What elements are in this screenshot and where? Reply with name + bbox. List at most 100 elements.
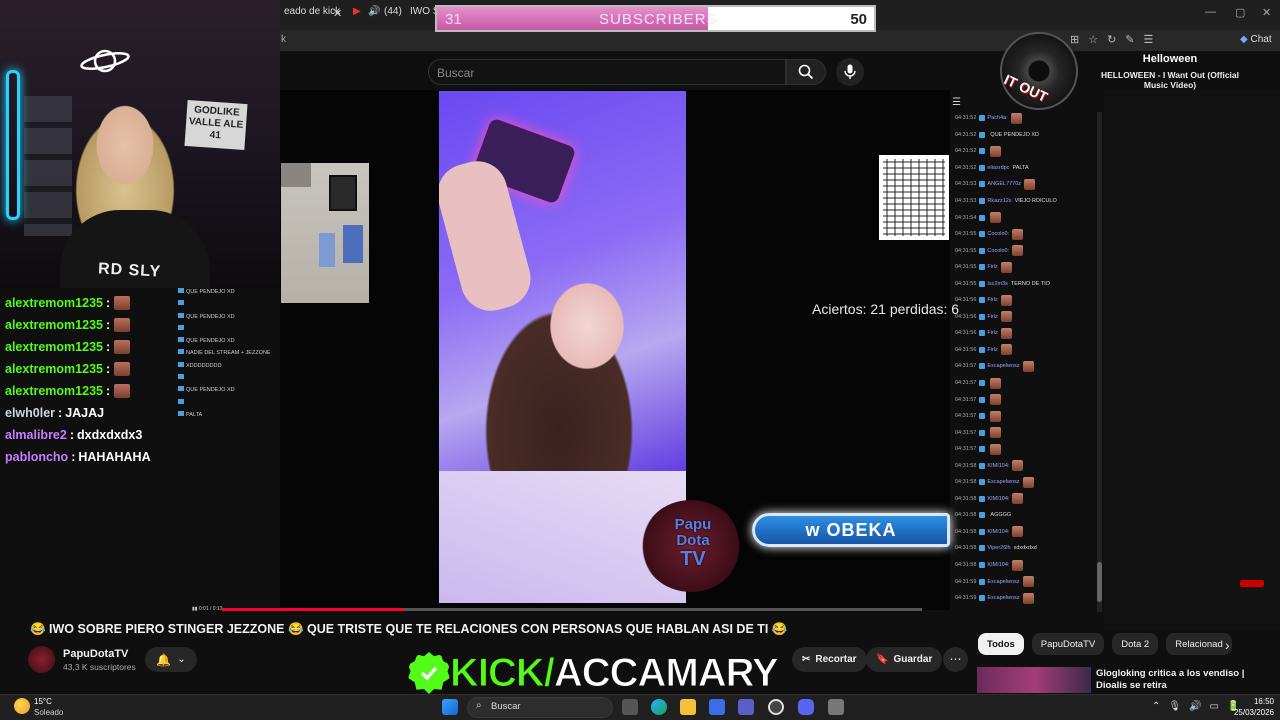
live-chat-time: 04:31:52: [955, 148, 977, 155]
settings-icon[interactable]: [828, 699, 844, 715]
live-chat-author[interactable]: KIMI104:: [987, 496, 1009, 502]
filter-chip[interactable]: Todos: [978, 633, 1024, 655]
live-chat-author[interactable]: Pach4a:: [987, 115, 1007, 121]
notifications-button[interactable]: 🔔 ⌄: [145, 647, 197, 672]
live-chat-author[interactable]: eliasrdpc: [987, 165, 1009, 171]
chat-button[interactable]: ◆ Chat: [1240, 34, 1272, 45]
verified-check-icon: [408, 652, 450, 694]
chat-message: alextremom1235 :: [5, 358, 151, 380]
live-chat-message: 04:31:55 Firlz: [955, 259, 1100, 276]
live-chat-message: 04:31:57: [955, 441, 1100, 458]
recommended-thumbnail[interactable]: [977, 667, 1091, 693]
maximize-icon[interactable]: ▢: [1235, 6, 1245, 19]
speaker-icon[interactable]: 🔊: [368, 6, 380, 17]
recommended-title[interactable]: Glogloking critica a los vendiso | Dioal…: [1096, 668, 1246, 692]
clip-button[interactable]: ✂ Recortar: [792, 647, 867, 672]
live-chat-text: xdxdxdxd: [1013, 545, 1037, 552]
live-chat-author[interactable]: Rkazz12s: [987, 198, 1011, 204]
live-chat-author[interactable]: Escapelwosz: [987, 595, 1019, 601]
minimize-icon[interactable]: —: [1205, 6, 1216, 18]
menu-icon[interactable]: ☰: [952, 97, 961, 108]
folder-icon[interactable]: [680, 699, 696, 715]
live-chat-emote: [1000, 311, 1012, 323]
live-chat-emote: [1012, 460, 1024, 472]
live-chat-message: 04:31:58 Viper26lh xdxdxdxd: [955, 540, 1100, 557]
weather-desc: Soleado: [34, 708, 64, 717]
live-chat-time: 04:31:57: [955, 363, 977, 370]
member-badge-icon: [979, 396, 986, 403]
live-chat-author[interactable]: Viper26lh: [987, 545, 1010, 551]
video-progress-fill: [222, 608, 404, 611]
live-chat-time: 04:31:55: [955, 280, 977, 287]
member-badge-icon: [979, 462, 986, 469]
taskbar-search[interactable]: [467, 697, 613, 718]
member-badge-icon: [979, 330, 986, 337]
subscriber-goal: 50: [850, 11, 867, 28]
member-badge-icon: [979, 115, 986, 122]
chat-scrollbar[interactable]: [1097, 112, 1102, 612]
wall-sign: GODLIKE VALLE ALE 41: [184, 99, 248, 151]
screen: eado de kick ✕ ▶ 🔊 (44) IWO S — ▢ ✕ k ⊞☆…: [0, 0, 1280, 720]
live-chat-author[interactable]: Firlz: [987, 297, 997, 303]
mini-chat-line: NADIE DEL STREAM + JEZZONE: [178, 349, 348, 361]
start-icon[interactable]: [442, 699, 458, 715]
mini-chat-line: [178, 398, 348, 411]
extension-icons[interactable]: ⊞☆↻✎☰: [1070, 33, 1162, 46]
live-chat-time: 04:31:52: [955, 115, 977, 122]
live-chat-author[interactable]: KIMI104:: [987, 562, 1009, 568]
obs-icon[interactable]: [768, 699, 784, 715]
live-chat-author[interactable]: Escapelwosz: [987, 579, 1019, 585]
channel-name[interactable]: PapuDotaTV: [63, 648, 128, 660]
live-chat-author[interactable]: Cocolo0:: [987, 248, 1009, 254]
discord-icon[interactable]: [798, 699, 814, 715]
chat-username: alextremom1235: [5, 318, 103, 332]
live-chat-author[interactable]: Escapelwosz: [987, 479, 1019, 485]
save-button[interactable]: 🔖 Guardar: [866, 647, 943, 672]
task-view-icon[interactable]: [622, 699, 638, 715]
live-chat-author[interactable]: Firlz: [987, 330, 997, 336]
live-chat-message: 04:31:52 QUE PENDEJO XD: [955, 127, 1100, 144]
live-chat-author[interactable]: Isc2m3s: [987, 281, 1007, 287]
browser-tab-kick[interactable]: eado de kick: [284, 6, 340, 17]
live-chat-emote: [1022, 360, 1034, 372]
live-chat-author[interactable]: Cocolo0:: [987, 231, 1009, 237]
chat-username: elwh0ler: [5, 406, 56, 420]
live-chat-emote: [990, 443, 1002, 455]
more-options-button[interactable]: ⋯: [943, 647, 968, 672]
close-window-icon[interactable]: ✕: [1262, 6, 1271, 19]
video-progress-bar[interactable]: [222, 608, 922, 611]
live-chat-author[interactable]: Firlz: [987, 264, 997, 270]
chat-scroll-thumb[interactable]: [1097, 562, 1102, 602]
weather-temp: 15°C: [34, 697, 52, 706]
store-icon[interactable]: [709, 699, 725, 715]
filter-chip[interactable]: Relacionad: [1166, 633, 1232, 655]
live-chat-author[interactable]: ANGEL7770z: [987, 181, 1021, 187]
edge-icon[interactable]: [651, 699, 667, 715]
chat-emote: [114, 318, 131, 332]
live-chat-emote: [1012, 228, 1024, 240]
filter-chip[interactable]: PapuDotaTV: [1031, 633, 1105, 655]
filter-chip[interactable]: Dota 2: [1112, 633, 1159, 655]
search-input[interactable]: [428, 59, 786, 85]
live-chat-author[interactable]: Firlz: [987, 314, 997, 320]
chat-username: alextremom1235: [5, 340, 103, 354]
close-tab-icon[interactable]: ✕: [333, 7, 342, 20]
weather-icon[interactable]: [14, 698, 30, 714]
now-playing-subtitle: HELLOWEEN - I Want Out (Official Music V…: [1100, 70, 1240, 90]
live-chat-author[interactable]: Firlz: [987, 347, 997, 353]
live-chat-emote: [1022, 576, 1034, 588]
live-chat-author[interactable]: KIMI104:: [987, 463, 1009, 469]
search-button[interactable]: [786, 59, 826, 85]
member-badge-icon: [979, 495, 986, 502]
voice-search-button[interactable]: [836, 58, 864, 86]
live-chat-time: 04:31:56: [955, 346, 977, 353]
live-chat-message: 04:31:52 Pach4a:: [955, 110, 1100, 127]
scissors-icon: ✂: [802, 654, 811, 665]
teams-icon[interactable]: [738, 699, 754, 715]
subscriber-goal-bar: 31 SUBSCRIBERS 50: [435, 5, 876, 32]
channel-avatar[interactable]: [28, 646, 55, 673]
live-chat-author[interactable]: KIMI104:: [987, 529, 1009, 535]
live-chat-author[interactable]: Escapelwosz: [987, 363, 1019, 369]
live-chat-emote: [1012, 245, 1024, 257]
chevron-right-icon[interactable]: ›: [1225, 637, 1230, 653]
